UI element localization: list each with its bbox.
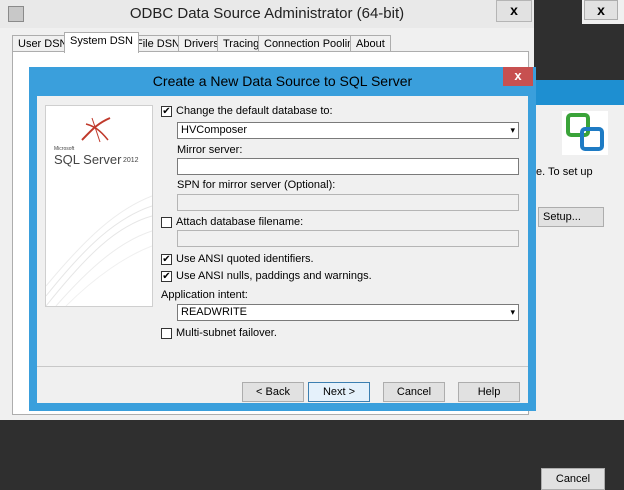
default-database-value: HVComposer — [181, 124, 248, 136]
background-window-text: e. To set up — [536, 166, 593, 178]
tab-about[interactable]: About — [350, 35, 391, 52]
help-button[interactable]: Help — [458, 382, 520, 402]
change-default-db-label: Change the default database to: — [176, 105, 333, 117]
cancel-button[interactable]: Cancel — [383, 382, 445, 402]
background-window-title-bar — [534, 80, 624, 105]
vmware-app-icon — [562, 111, 608, 155]
multi-subnet-checkbox[interactable] — [161, 328, 172, 339]
background-cancel-button[interactable]: Cancel — [541, 468, 605, 490]
change-default-db-checkbox[interactable]: ✔ — [161, 106, 172, 117]
dialog-close-button[interactable]: x — [503, 67, 533, 86]
odbc-window-title: ODBC Data Source Administrator (64-bit) — [129, 5, 405, 22]
tab-system-dsn[interactable]: System DSN — [64, 32, 139, 53]
spn-input[interactable] — [177, 194, 519, 211]
sql-server-logo-panel: Microsoft SQL Server 2012 — [45, 105, 153, 307]
attach-db-checkbox[interactable] — [161, 217, 172, 228]
dialog-divider — [37, 366, 528, 367]
setup-button[interactable]: Setup... — [538, 207, 604, 227]
mirror-server-label: Mirror server: — [177, 144, 243, 156]
spn-label: SPN for mirror server (Optional): — [177, 179, 336, 191]
multi-subnet-label: Multi-subnet failover. — [176, 327, 277, 339]
create-data-source-dialog: Create a New Data Source to SQL Server x… — [29, 67, 536, 411]
dialog-title: Create a New Data Source to SQL Server — [152, 73, 413, 89]
sql-server-icon — [81, 117, 111, 143]
attach-db-label: Attach database filename: — [176, 216, 304, 228]
chevron-down-icon: ▾ — [510, 125, 515, 135]
ansi-nulls-label: Use ANSI nulls, paddings and warnings. — [176, 270, 372, 282]
attach-db-input[interactable] — [177, 230, 519, 247]
back-button[interactable]: < Back — [242, 382, 304, 402]
ansi-quoted-checkbox[interactable]: ✔ — [161, 254, 172, 265]
background-window-close-button[interactable]: x — [584, 0, 618, 20]
dialog-client-area: Microsoft SQL Server 2012 ✔ Change the d… — [37, 96, 528, 403]
application-intent-select[interactable]: READWRITE ▾ — [177, 304, 519, 321]
odbc-close-button[interactable]: x — [496, 0, 532, 22]
mirror-server-input[interactable] — [177, 158, 519, 175]
background-window-top: x — [582, 0, 624, 24]
chevron-down-icon: ▾ — [510, 307, 515, 317]
logo-product-text: SQL Server — [54, 152, 122, 167]
background-setup-window: e. To set up Setup... Cancel — [534, 80, 624, 490]
application-intent-value: READWRITE — [181, 306, 247, 318]
next-button[interactable]: Next > — [308, 382, 370, 402]
default-database-select[interactable]: HVComposer ▾ — [177, 122, 519, 139]
application-intent-label: Application intent: — [161, 289, 248, 301]
ansi-quoted-label: Use ANSI quoted identifiers. — [176, 253, 314, 265]
ansi-nulls-checkbox[interactable]: ✔ — [161, 271, 172, 282]
logo-version-text: 2012 — [123, 157, 139, 164]
